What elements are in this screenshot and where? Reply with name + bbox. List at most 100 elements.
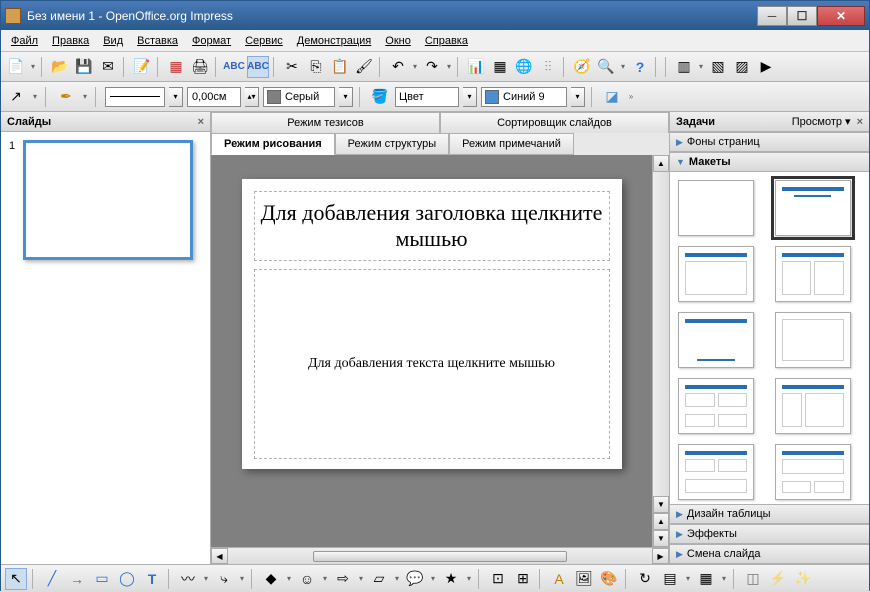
line-color-select[interactable]: Серый bbox=[263, 87, 335, 107]
layout-title-content[interactable] bbox=[678, 246, 754, 302]
curve-tool[interactable]: 〰 bbox=[177, 568, 199, 590]
grid-button[interactable]: ⫶⫶ bbox=[537, 56, 559, 78]
layout-title-only[interactable] bbox=[678, 312, 754, 368]
help-button[interactable]: ? bbox=[629, 56, 651, 78]
open-button[interactable]: 📂 bbox=[49, 56, 71, 78]
shadow-button[interactable]: ◪ bbox=[601, 86, 623, 108]
edit-button[interactable]: 📝 bbox=[131, 56, 153, 78]
navigator-button[interactable]: 🧭 bbox=[571, 56, 593, 78]
tasks-view-menu[interactable]: Просмотр ▾ bbox=[792, 115, 851, 128]
glue-tool[interactable]: ⊞ bbox=[512, 568, 534, 590]
rect-tool[interactable]: ▭ bbox=[91, 568, 113, 590]
autospell-button[interactable]: ABC bbox=[247, 56, 269, 78]
undo-button[interactable]: ↶ bbox=[387, 56, 409, 78]
pdf-button[interactable]: ▦ bbox=[165, 56, 187, 78]
menu-format[interactable]: Формат bbox=[186, 33, 237, 49]
section-table-design[interactable]: ▶Дизайн таблицы bbox=[670, 504, 869, 524]
slides-panel-close-icon[interactable]: × bbox=[198, 116, 204, 128]
zoom-button[interactable]: 🔍 bbox=[595, 56, 617, 78]
menu-edit[interactable]: Правка bbox=[46, 33, 95, 49]
layout-blank[interactable] bbox=[678, 180, 754, 236]
section-effects[interactable]: ▶Эффекты bbox=[670, 524, 869, 544]
hscroll-track[interactable] bbox=[228, 548, 652, 564]
fill-type-dropdown[interactable]: ▾ bbox=[463, 87, 477, 107]
arrow-dropdown[interactable]: ▾ bbox=[31, 92, 39, 101]
menu-window[interactable]: Окно bbox=[379, 33, 417, 49]
ellipse-tool[interactable]: ◯ bbox=[116, 568, 138, 590]
menu-help[interactable]: Справка bbox=[419, 33, 474, 49]
redo-button[interactable]: ↷ bbox=[421, 56, 443, 78]
zoom-dropdown[interactable]: ▾ bbox=[619, 62, 627, 71]
layout-1-2h[interactable] bbox=[775, 444, 851, 500]
slide-thumb[interactable]: 1 bbox=[9, 140, 202, 260]
stars-tool[interactable]: ★ bbox=[440, 568, 462, 590]
rotate-tool[interactable]: ↻ bbox=[634, 568, 656, 590]
scroll-right-icon[interactable]: ▶ bbox=[652, 548, 669, 564]
callout-dropdown[interactable]: ▾ bbox=[429, 574, 437, 583]
interaction-tool[interactable]: ⚡ bbox=[767, 568, 789, 590]
from-file-tool[interactable]: 🖼 bbox=[573, 568, 595, 590]
fill-type-select[interactable]: Цвет bbox=[395, 87, 459, 107]
paste-button[interactable]: 📋 bbox=[329, 56, 351, 78]
prev-slide-icon[interactable]: ▲ bbox=[653, 513, 669, 530]
points-tool[interactable]: ⊡ bbox=[487, 568, 509, 590]
new-button[interactable]: 📄 bbox=[5, 56, 27, 78]
slide-design-button[interactable]: ▧ bbox=[707, 56, 729, 78]
undo-dropdown[interactable]: ▾ bbox=[411, 62, 419, 71]
connector-tool[interactable]: ⤷ bbox=[213, 568, 235, 590]
curve-dropdown[interactable]: ▾ bbox=[202, 574, 210, 583]
tab-notes[interactable]: Режим примечаний bbox=[449, 133, 574, 155]
slides-list[interactable]: 1 bbox=[1, 132, 210, 564]
hscroll-thumb[interactable] bbox=[313, 551, 567, 562]
line-style-dropdown[interactable]: ▾ bbox=[169, 87, 183, 107]
block-arrows-dropdown[interactable]: ▾ bbox=[357, 574, 365, 583]
stars-dropdown[interactable]: ▾ bbox=[465, 574, 473, 583]
align-tool[interactable]: ▤ bbox=[659, 568, 681, 590]
layout-2-1h[interactable] bbox=[678, 444, 754, 500]
menu-demo[interactable]: Демонстрация bbox=[291, 33, 378, 49]
callout-tool[interactable]: 💬 bbox=[404, 568, 426, 590]
arrow-line-tool[interactable]: → bbox=[66, 568, 88, 590]
menu-view[interactable]: Вид bbox=[97, 33, 129, 49]
tab-slide-sorter[interactable]: Сортировщик слайдов bbox=[440, 112, 669, 133]
basic-shapes-tool[interactable]: ◆ bbox=[260, 568, 282, 590]
arrange-tool[interactable]: ▦ bbox=[695, 568, 717, 590]
hyperlink-button[interactable]: 🌐 bbox=[513, 56, 535, 78]
copy-button[interactable]: ⎘ bbox=[305, 56, 327, 78]
flowchart-dropdown[interactable]: ▾ bbox=[393, 574, 401, 583]
layout-title[interactable] bbox=[775, 180, 851, 236]
line-end-dropdown[interactable]: ▾ bbox=[81, 92, 89, 101]
block-arrows-tool[interactable]: ⇨ bbox=[332, 568, 354, 590]
line-end-icon[interactable]: ✒ bbox=[55, 86, 77, 108]
symbol-shapes-tool[interactable]: ☺ bbox=[296, 568, 318, 590]
fontwork-tool[interactable]: A bbox=[548, 568, 570, 590]
scroll-track[interactable] bbox=[653, 172, 669, 496]
maximize-button[interactable]: ☐ bbox=[787, 6, 817, 26]
tab-drawing[interactable]: Режим рисования bbox=[211, 133, 335, 155]
slide-master-button[interactable]: ▨ bbox=[731, 56, 753, 78]
tab-outline-mode[interactable]: Режим тезисов bbox=[211, 112, 440, 133]
line-width-spinner[interactable]: ▴▾ bbox=[245, 87, 259, 107]
redo-dropdown[interactable]: ▾ bbox=[445, 62, 453, 71]
chart-button[interactable]: 📊 bbox=[465, 56, 487, 78]
table-button[interactable]: ▦ bbox=[489, 56, 511, 78]
tasks-panel-close-icon[interactable]: × bbox=[857, 116, 863, 128]
tab-structure[interactable]: Режим структуры bbox=[335, 133, 450, 155]
menu-insert[interactable]: Вставка bbox=[131, 33, 184, 49]
slide[interactable]: Для добавления заголовка щелкните мышью … bbox=[242, 179, 622, 469]
save-button[interactable]: 💾 bbox=[73, 56, 95, 78]
menu-file[interactable]: Файл bbox=[5, 33, 44, 49]
text-tool[interactable]: T bbox=[141, 568, 163, 590]
line-style-select[interactable] bbox=[105, 87, 165, 107]
select-tool[interactable]: ↖ bbox=[5, 568, 27, 590]
animation-tool[interactable]: ✨ bbox=[792, 568, 814, 590]
vertical-scrollbar[interactable]: ▲ ▼ ▲ ▼ bbox=[652, 155, 669, 547]
format-paint-button[interactable]: 🖌 bbox=[353, 56, 375, 78]
basic-shapes-dropdown[interactable]: ▾ bbox=[285, 574, 293, 583]
close-button[interactable]: ✕ bbox=[817, 6, 865, 26]
slideshow-button[interactable]: ▶ bbox=[755, 56, 777, 78]
spellcheck-button[interactable]: ABC bbox=[223, 56, 245, 78]
line-color-dropdown[interactable]: ▾ bbox=[339, 87, 353, 107]
slide-preview[interactable] bbox=[23, 140, 193, 260]
extrusion-tool[interactable]: ◫ bbox=[742, 568, 764, 590]
